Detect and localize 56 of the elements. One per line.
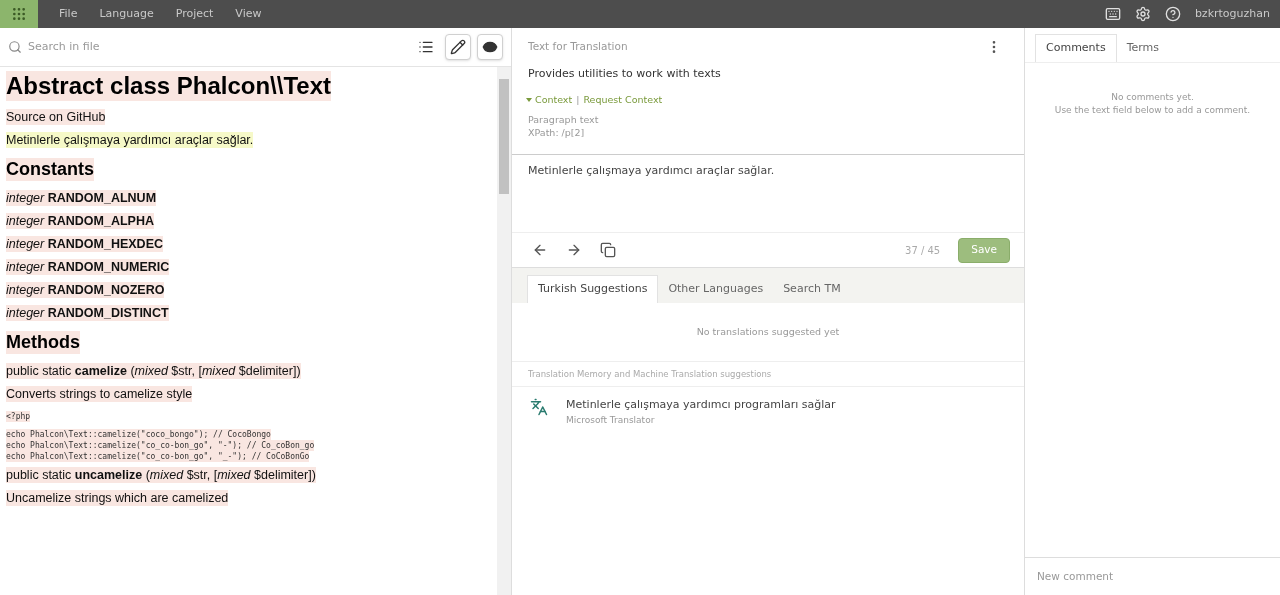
document-paragraph[interactable]: integer RANDOM_NUMERIC [6, 259, 170, 275]
menu-item[interactable]: Project [166, 5, 223, 23]
document-paragraph[interactable]: Converts strings to camelize style [6, 386, 193, 402]
view-toggle-button[interactable] [445, 34, 471, 60]
document-paragraph[interactable]: integer RANDOM_DISTINCT [6, 305, 169, 321]
section-heading[interactable]: Constants [6, 158, 94, 181]
translate-icon [530, 398, 548, 416]
empty-message: No comments yet. [1111, 91, 1194, 104]
suggestion-item[interactable]: Metinlerle çalışmaya yardımcı programları sağlar Microsoft Translator [512, 387, 1024, 427]
menu-item[interactable]: Language [90, 5, 163, 23]
suggestion-source: Microsoft Translator [566, 413, 656, 427]
copy-source-icon[interactable] [600, 242, 616, 258]
document-paragraph[interactable]: integer RANDOM_NOZERO [6, 282, 165, 298]
settings-icon[interactable] [1134, 6, 1151, 22]
list-icon [418, 39, 434, 55]
keyboard-icon[interactable] [1104, 6, 1121, 22]
source-text: Provides utilities to work with texts [527, 66, 722, 82]
separator: | [576, 92, 580, 107]
document-paragraph[interactable]: Metinlerle çalışmaya yardımcı araçlar sağlar. [6, 132, 254, 148]
document-paragraph[interactable]: integer RANDOM_HEXDEC [6, 236, 163, 252]
context-detail: Paragraph text [528, 112, 600, 126]
panel-title: Text for Translation [528, 39, 628, 55]
context-detail: XPath: /p[2] [528, 125, 586, 139]
document-paragraph[interactable]: public static uncamelize (mixed $str, [mixed $delimiter]) [6, 467, 316, 483]
document-paragraph[interactable]: Source on GitHub [6, 109, 106, 125]
document-paragraph[interactable]: public static camelize (mixed $str, [mixed $delimiter]) [6, 363, 301, 379]
character-counter: 37 / 45 [905, 243, 941, 258]
scrollbar[interactable] [497, 67, 511, 595]
pencil-icon [450, 39, 466, 55]
document-paragraph[interactable]: integer RANDOM_ALPHA [6, 213, 154, 229]
suggestion-tab[interactable]: Turkish Suggestions [527, 275, 659, 303]
comment-field[interactable]: New comment [1025, 568, 1280, 585]
empty-message: Use the text field below to add a comment. [1054, 104, 1251, 117]
document-paragraph[interactable]: integer RANDOM_ALNUM [6, 190, 157, 206]
user-name[interactable]: bzkrtoguzhan [1194, 5, 1270, 23]
search-icon [8, 40, 22, 54]
suggestion-tab[interactable]: Other Languages [658, 275, 774, 303]
next-icon[interactable] [566, 242, 582, 258]
previous-icon[interactable] [532, 242, 548, 258]
help-icon[interactable] [1164, 6, 1181, 22]
search-field[interactable]: Search in file [28, 38, 228, 56]
grid-icon [11, 6, 27, 22]
side-tab[interactable]: Terms [1116, 34, 1170, 62]
section-label: Translation Memory and Machine Translation suggestions [528, 367, 772, 381]
suggestion-text: Metinlerle çalışmaya yardımcı programları sağlar [566, 397, 836, 413]
view-toggle-button[interactable] [477, 34, 503, 60]
empty-message: No translations suggested yet [696, 324, 840, 339]
menu-item[interactable]: View [226, 5, 271, 23]
side-tab[interactable]: Comments [1035, 34, 1117, 62]
section-heading[interactable]: Methods [6, 331, 80, 354]
suggestion-tab[interactable]: Search TM [773, 275, 851, 303]
translation-field[interactable]: Metinlerle çalışmaya yardımcı araçlar sağlar. [512, 155, 1024, 233]
document-paragraph[interactable]: Uncamelize strings which are camelized [6, 490, 229, 506]
apps-button[interactable] [0, 0, 38, 28]
menu-item[interactable]: File [50, 5, 87, 23]
document-heading[interactable]: Abstract class Phalcon\\Text [6, 71, 331, 101]
